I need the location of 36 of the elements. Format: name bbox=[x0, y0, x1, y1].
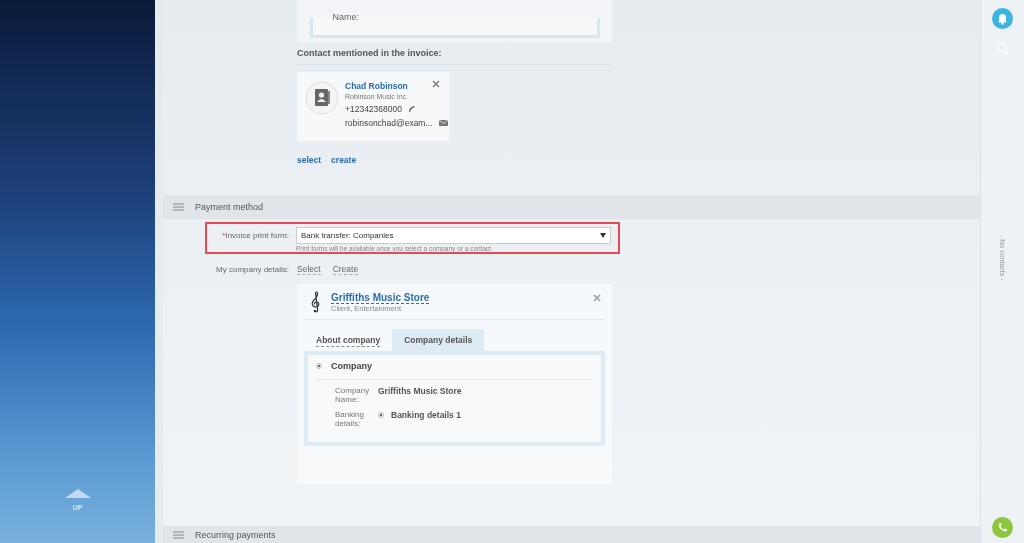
action-link[interactable]: Create bbox=[332, 264, 359, 275]
phone-call-icon[interactable] bbox=[992, 517, 1013, 538]
field-label: *Invoice print form: bbox=[221, 230, 290, 242]
action-link[interactable]: Select bbox=[297, 264, 321, 275]
phone-icon[interactable] bbox=[407, 105, 416, 113]
section-title: Recurring payments bbox=[195, 529, 276, 540]
menu-icon[interactable] bbox=[173, 203, 184, 211]
radio-label: Banking details 1 bbox=[391, 410, 461, 420]
action-link[interactable]: create bbox=[331, 155, 357, 165]
print-form-dropdown[interactable]: Bank transfer: Companies bbox=[296, 227, 611, 244]
address-book-icon bbox=[305, 81, 339, 115]
section-title: Payment method bbox=[195, 202, 264, 212]
field-value: Griffiths Music Store bbox=[378, 386, 462, 396]
radio-button[interactable] bbox=[378, 412, 384, 418]
tab[interactable]: Company details bbox=[392, 329, 485, 351]
close-icon[interactable] bbox=[432, 80, 440, 88]
treble-clef-icon bbox=[311, 291, 321, 313]
dropdown-caret-icon bbox=[600, 233, 606, 238]
company-name-link[interactable]: Griffiths Music Store bbox=[331, 291, 430, 304]
contact-name-link[interactable]: Chad Robinson bbox=[345, 81, 448, 91]
bell-icon[interactable] bbox=[992, 8, 1013, 29]
field-label: Banking details: bbox=[335, 410, 365, 428]
field-label: Name: bbox=[332, 14, 359, 21]
radio-button[interactable] bbox=[316, 363, 322, 369]
menu-icon[interactable] bbox=[173, 530, 184, 539]
radio-label: Company bbox=[331, 361, 372, 371]
field-label: My company details: bbox=[215, 265, 290, 274]
action-link[interactable]: select bbox=[297, 155, 322, 165]
close-icon[interactable] bbox=[593, 294, 601, 302]
up-arrow-icon bbox=[64, 489, 91, 498]
mail-icon[interactable] bbox=[438, 120, 448, 126]
contact-email: robinsonchad@exam... bbox=[345, 118, 433, 128]
field-label: Company Name: bbox=[335, 386, 371, 404]
section-heading: Contact mentioned in the invoice: bbox=[297, 48, 612, 65]
tab[interactable]: About company bbox=[304, 329, 393, 351]
contact-phone: +12342368000 bbox=[345, 104, 402, 114]
